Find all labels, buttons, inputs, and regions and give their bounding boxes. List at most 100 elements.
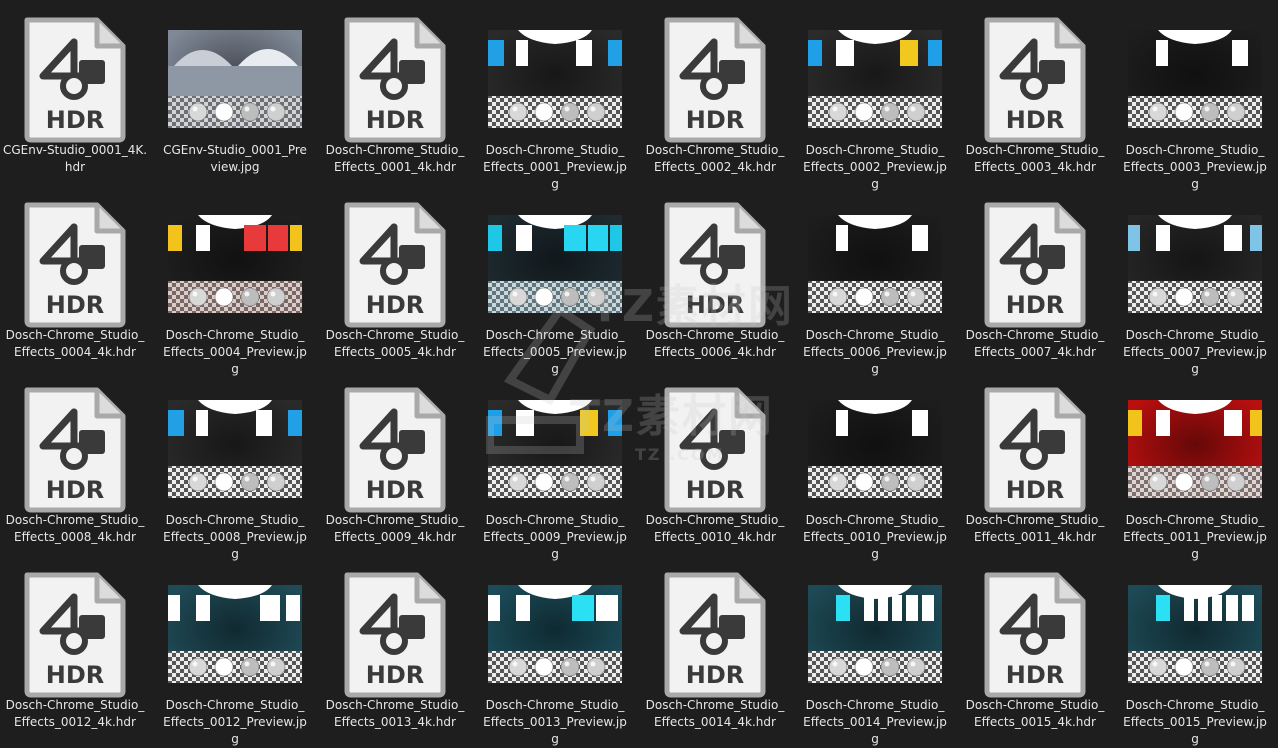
file-item-preview[interactable]: Dosch-Chrome_Studio_Effects_0012_Preview…: [160, 555, 310, 746]
hdr-icon-label: HDR: [686, 291, 745, 319]
file-name-label: Dosch-Chrome_Studio_Effects_0006_4k.hdr: [645, 328, 785, 359]
file-item-preview[interactable]: Dosch-Chrome_Studio_Effects_0006_Preview…: [800, 185, 950, 376]
file-name-label: Dosch-Chrome_Studio_Effects_0014_Preview…: [803, 698, 947, 746]
file-name-label: CGEnv-Studio_0001_Preview.jpg: [163, 143, 307, 174]
file-item-preview[interactable]: Dosch-Chrome_Studio_Effects_0001_Preview…: [480, 0, 630, 191]
preview-thumbnail: [800, 195, 950, 333]
preview-thumbnail: [1120, 565, 1270, 703]
file-item-preview[interactable]: Dosch-Chrome_Studio_Effects_0009_Preview…: [480, 370, 630, 561]
preview-thumbnail: [160, 565, 310, 703]
preview-thumbnail: [480, 565, 630, 703]
file-name-label: Dosch-Chrome_Studio_Effects_0001_4k.hdr: [325, 143, 465, 174]
hdr-file-icon: HDR: [320, 380, 470, 518]
file-name-label: Dosch-Chrome_Studio_Effects_0007_4k.hdr: [965, 328, 1105, 359]
hdr-icon-label: HDR: [366, 476, 425, 504]
preview-thumbnail: [160, 195, 310, 333]
file-item-hdr[interactable]: HDR Dosch-Chrome_Studio_Effects_0015_4k.…: [960, 555, 1110, 737]
file-name-label: Dosch-Chrome_Studio_Effects_0004_4k.hdr: [5, 328, 145, 359]
file-item-preview[interactable]: Dosch-Chrome_Studio_Effects_0011_Preview…: [1120, 370, 1270, 561]
file-item-preview[interactable]: Dosch-Chrome_Studio_Effects_0014_Preview…: [800, 555, 950, 746]
file-name-label: Dosch-Chrome_Studio_Effects_0013_Preview…: [483, 698, 627, 746]
file-item-preview[interactable]: Dosch-Chrome_Studio_Effects_0013_Preview…: [480, 555, 630, 746]
hdr-icon-label: HDR: [686, 476, 745, 504]
file-name-label: Dosch-Chrome_Studio_Effects_0003_4k.hdr: [965, 143, 1105, 174]
hdr-file-icon: HDR: [320, 565, 470, 703]
hdr-icon-label: HDR: [46, 291, 105, 319]
preview-thumbnail: [800, 565, 950, 703]
hdr-icon-label: HDR: [46, 476, 105, 504]
hdr-icon-label: HDR: [1006, 106, 1065, 134]
file-name-label: Dosch-Chrome_Studio_Effects_0005_4k.hdr: [325, 328, 465, 359]
hdr-file-icon: HDR: [640, 195, 790, 333]
hdr-icon-label: HDR: [1006, 291, 1065, 319]
file-name-label: Dosch-Chrome_Studio_Effects_0009_4k.hdr: [325, 513, 465, 544]
file-name-label: Dosch-Chrome_Studio_Effects_0011_4k.hdr: [965, 513, 1105, 544]
file-name-label: Dosch-Chrome_Studio_Effects_0008_4k.hdr: [5, 513, 145, 544]
file-name-label: Dosch-Chrome_Studio_Effects_0002_4k.hdr: [645, 143, 785, 174]
preview-thumbnail: [480, 10, 630, 148]
file-item-preview[interactable]: Dosch-Chrome_Studio_Effects_0015_Preview…: [1120, 555, 1270, 746]
file-item-hdr[interactable]: HDR Dosch-Chrome_Studio_Effects_0008_4k.…: [0, 370, 150, 552]
hdr-file-icon: HDR: [0, 10, 150, 148]
file-item-hdr[interactable]: HDR Dosch-Chrome_Studio_Effects_0013_4k.…: [320, 555, 470, 737]
file-item-hdr[interactable]: HDR Dosch-Chrome_Studio_Effects_0001_4k.…: [320, 0, 470, 182]
hdr-icon-label: HDR: [366, 661, 425, 689]
preview-thumbnail: [800, 10, 950, 148]
file-name-label: Dosch-Chrome_Studio_Effects_0015_4k.hdr: [965, 698, 1105, 729]
preview-thumbnail: [480, 195, 630, 333]
file-name-label: CGEnv-Studio_0001_4K.hdr: [2, 143, 148, 174]
preview-thumbnail: [160, 380, 310, 518]
file-item-hdr[interactable]: HDR Dosch-Chrome_Studio_Effects_0009_4k.…: [320, 370, 470, 552]
hdr-file-icon: HDR: [0, 565, 150, 703]
file-item-hdr[interactable]: HDR Dosch-Chrome_Studio_Effects_0011_4k.…: [960, 370, 1110, 552]
file-item-hdr[interactable]: HDR Dosch-Chrome_Studio_Effects_0006_4k.…: [640, 185, 790, 367]
hdr-icon-label: HDR: [366, 106, 425, 134]
hdr-file-icon: HDR: [960, 380, 1110, 518]
file-item-hdr[interactable]: HDR Dosch-Chrome_Studio_Effects_0003_4k.…: [960, 0, 1110, 182]
file-item-hdr[interactable]: HDR Dosch-Chrome_Studio_Effects_0002_4k.…: [640, 0, 790, 182]
file-item-hdr[interactable]: HDR Dosch-Chrome_Studio_Effects_0014_4k.…: [640, 555, 790, 737]
hdr-icon-label: HDR: [46, 661, 105, 689]
hdr-file-icon: HDR: [640, 565, 790, 703]
file-name-label: Dosch-Chrome_Studio_Effects_0014_4k.hdr: [645, 698, 785, 729]
preview-thumbnail: [1120, 380, 1270, 518]
preview-thumbnail: [480, 380, 630, 518]
file-item-preview[interactable]: Dosch-Chrome_Studio_Effects_0007_Preview…: [1120, 185, 1270, 376]
hdr-file-icon: HDR: [960, 195, 1110, 333]
file-item-hdr[interactable]: HDR Dosch-Chrome_Studio_Effects_0007_4k.…: [960, 185, 1110, 367]
file-item-preview[interactable]: CGEnv-Studio_0001_Preview.jpg: [160, 0, 310, 182]
file-name-label: Dosch-Chrome_Studio_Effects_0015_Preview…: [1123, 698, 1267, 746]
hdr-icon-label: HDR: [1006, 476, 1065, 504]
file-item-preview[interactable]: Dosch-Chrome_Studio_Effects_0002_Preview…: [800, 0, 950, 191]
hdr-file-icon: HDR: [0, 380, 150, 518]
hdr-icon-label: HDR: [686, 661, 745, 689]
file-item-hdr[interactable]: HDR Dosch-Chrome_Studio_Effects_0004_4k.…: [0, 185, 150, 367]
preview-thumbnail: [1120, 10, 1270, 148]
file-name-label: Dosch-Chrome_Studio_Effects_0012_Preview…: [163, 698, 307, 746]
file-name-label: Dosch-Chrome_Studio_Effects_0012_4k.hdr: [5, 698, 145, 729]
file-name-label: Dosch-Chrome_Studio_Effects_0010_4k.hdr: [645, 513, 785, 544]
hdr-icon-label: HDR: [686, 106, 745, 134]
preview-thumbnail: [800, 380, 950, 518]
file-item-hdr[interactable]: HDR CGEnv-Studio_0001_4K.hdr: [0, 0, 150, 182]
hdr-file-icon: HDR: [960, 565, 1110, 703]
file-name-label: Dosch-Chrome_Studio_Effects_0013_4k.hdr: [325, 698, 465, 729]
hdr-icon-label: HDR: [366, 291, 425, 319]
file-item-preview[interactable]: Dosch-Chrome_Studio_Effects_0005_Preview…: [480, 185, 630, 376]
file-item-hdr[interactable]: HDR Dosch-Chrome_Studio_Effects_0010_4k.…: [640, 370, 790, 552]
file-item-preview[interactable]: Dosch-Chrome_Studio_Effects_0010_Preview…: [800, 370, 950, 561]
file-item-hdr[interactable]: HDR Dosch-Chrome_Studio_Effects_0005_4k.…: [320, 185, 470, 367]
hdr-file-icon: HDR: [640, 380, 790, 518]
hdr-icon-label: HDR: [1006, 661, 1065, 689]
file-item-preview[interactable]: Dosch-Chrome_Studio_Effects_0003_Preview…: [1120, 0, 1270, 191]
file-item-preview[interactable]: Dosch-Chrome_Studio_Effects_0008_Preview…: [160, 370, 310, 561]
file-item-preview[interactable]: Dosch-Chrome_Studio_Effects_0004_Preview…: [160, 185, 310, 376]
preview-thumbnail: [160, 10, 310, 148]
hdr-file-icon: HDR: [0, 195, 150, 333]
hdr-file-icon: HDR: [320, 10, 470, 148]
hdr-file-icon: HDR: [640, 10, 790, 148]
hdr-file-icon: HDR: [960, 10, 1110, 148]
file-item-hdr[interactable]: HDR Dosch-Chrome_Studio_Effects_0012_4k.…: [0, 555, 150, 737]
preview-thumbnail: [1120, 195, 1270, 333]
hdr-file-icon: HDR: [320, 195, 470, 333]
